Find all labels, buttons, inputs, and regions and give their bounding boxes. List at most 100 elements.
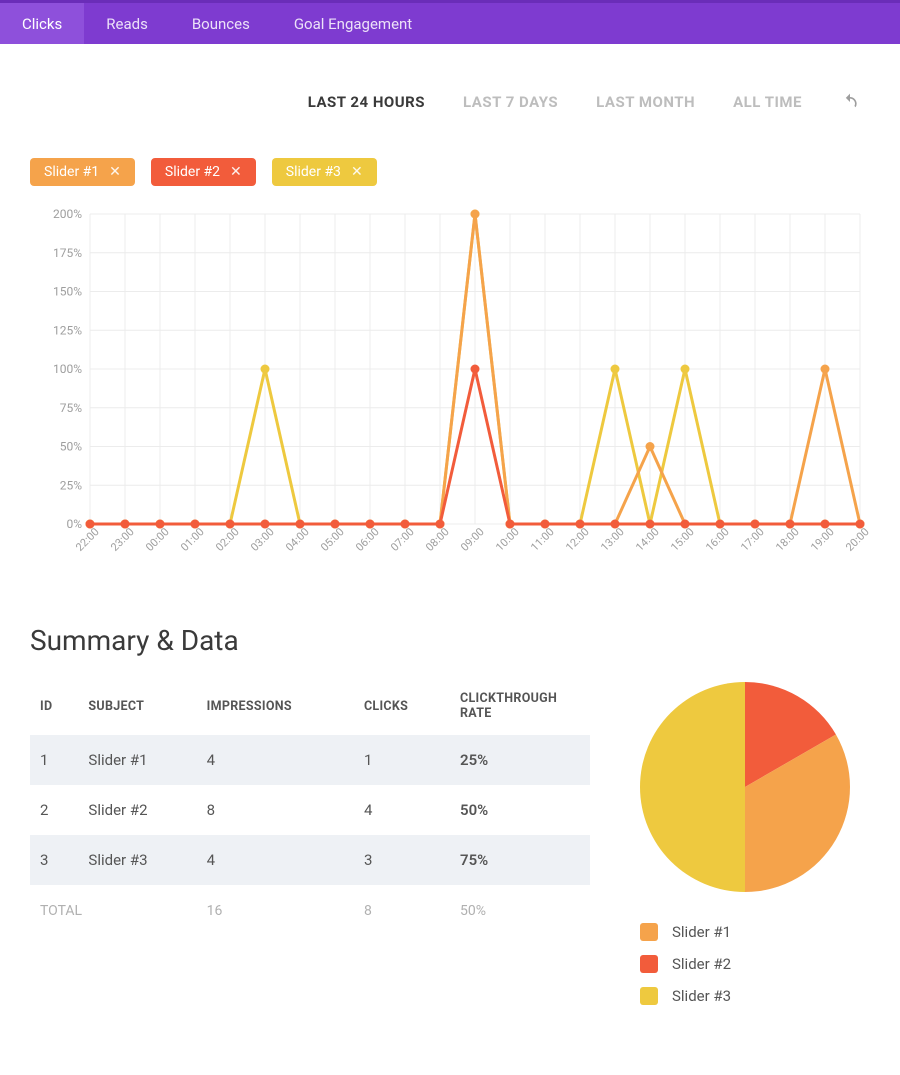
close-icon[interactable]: ✕ [351, 164, 363, 180]
close-icon[interactable]: ✕ [109, 164, 121, 180]
data-point [646, 442, 655, 451]
line-chart: 0%25%50%75%100%125%150%175%200%22:0023:0… [30, 204, 870, 574]
data-point [331, 520, 340, 529]
table-row: 2Slider #28450% [30, 785, 590, 835]
svg-text:02:00: 02:00 [213, 525, 242, 554]
col-subject: SUBJECT [78, 677, 196, 735]
range-all-time[interactable]: ALL TIME [733, 93, 802, 111]
legend-swatch [640, 987, 658, 1005]
svg-text:19:00: 19:00 [808, 525, 837, 554]
cell-impressions: 4 [197, 835, 354, 885]
data-point [611, 520, 620, 529]
svg-text:100%: 100% [53, 362, 82, 376]
data-point [576, 520, 585, 529]
range-last-7-days[interactable]: LAST 7 DAYS [463, 93, 558, 111]
svg-text:125%: 125% [53, 323, 82, 337]
data-point [226, 520, 235, 529]
svg-text:17:00: 17:00 [738, 525, 767, 554]
svg-text:20:00: 20:00 [843, 525, 870, 554]
tab-clicks[interactable]: Clicks [0, 3, 84, 44]
data-point [261, 520, 270, 529]
data-point [121, 520, 130, 529]
data-point [611, 365, 620, 374]
col-impressions: IMPRESSIONS [197, 677, 354, 735]
svg-text:25%: 25% [60, 478, 82, 492]
chip-label: Slider #1 [44, 164, 99, 180]
data-point [716, 520, 725, 529]
legend-swatch [640, 923, 658, 941]
svg-text:01:00: 01:00 [178, 525, 207, 554]
data-point [681, 365, 690, 374]
chip-slider-2[interactable]: Slider #2✕ [151, 158, 256, 186]
pie-column: Slider #1 Slider #2 Slider #3 [620, 677, 870, 1005]
tab-bounces[interactable]: Bounces [170, 3, 272, 44]
data-point [261, 365, 270, 374]
filter-chips-row: Slider #1✕Slider #2✕Slider #3✕ [30, 158, 870, 186]
data-point [751, 520, 760, 529]
chip-slider-3[interactable]: Slider #3 ✕ [272, 158, 377, 186]
cell-id: 3 [30, 835, 78, 885]
cell-ctr: 50% [450, 785, 590, 835]
data-point [156, 520, 165, 529]
svg-text:09:00: 09:00 [458, 525, 487, 554]
col-id: ID [30, 677, 78, 735]
pie-legend: Slider #1 Slider #2 Slider #3 [640, 923, 731, 1005]
col-clicks: CLICKS [354, 677, 450, 735]
svg-text:75%: 75% [60, 401, 82, 415]
footer-total-label: TOTAL [30, 885, 197, 937]
refresh-icon[interactable] [840, 92, 860, 112]
data-point [506, 520, 515, 529]
svg-text:11:00: 11:00 [528, 525, 557, 554]
chip-label: Slider #3 [286, 164, 341, 180]
section-title: Summary & Data [30, 624, 870, 657]
range-last-24-hours[interactable]: LAST 24 HOURS [308, 93, 425, 111]
svg-text:14:00: 14:00 [633, 525, 662, 554]
top-tabs: ClicksReadsBouncesGoal Engagement [0, 0, 900, 44]
svg-text:00:00: 00:00 [143, 525, 172, 554]
cell-id: 2 [30, 785, 78, 835]
col-clickthrough-rate: CLICKTHROUGH RATE [450, 677, 590, 735]
svg-text:12:00: 12:00 [563, 525, 592, 554]
cell-id: 1 [30, 735, 78, 785]
cell-clicks: 1 [354, 735, 450, 785]
footer-clicks: 8 [354, 885, 450, 937]
cell-impressions: 4 [197, 735, 354, 785]
legend-label: Slider #2 [672, 955, 731, 973]
legend-label: Slider #1 [672, 923, 731, 941]
cell-ctr: 75% [450, 835, 590, 885]
data-point [436, 520, 445, 529]
legend-item: Slider #2 [640, 955, 731, 973]
chip-slider-1[interactable]: Slider #1 ✕ [30, 158, 135, 186]
tab-reads[interactable]: Reads [84, 3, 170, 44]
svg-text:18:00: 18:00 [773, 525, 802, 554]
cell-ctr: 25% [450, 735, 590, 785]
footer-ctr: 50% [450, 885, 590, 937]
data-point [821, 365, 830, 374]
close-icon[interactable]: ✕ [230, 164, 242, 180]
summary-table: IDSUBJECTIMPRESSIONSCLICKSCLICKTHROUGH R… [30, 677, 590, 937]
svg-text:16:00: 16:00 [703, 525, 732, 554]
cell-subject: Slider #1 [78, 735, 196, 785]
svg-text:0%: 0% [66, 517, 82, 531]
data-point [86, 520, 95, 529]
time-range-row: LAST 24 HOURS LAST 7 DAYS LAST MONTH ALL TI… [30, 64, 870, 134]
svg-text:06:00: 06:00 [353, 525, 382, 554]
data-point [296, 520, 305, 529]
svg-text:15:00: 15:00 [668, 525, 697, 554]
svg-text:07:00: 07:00 [388, 525, 417, 554]
svg-text:23:00: 23:00 [108, 525, 137, 554]
table-row: 1Slider #14125% [30, 735, 590, 785]
cell-subject: Slider #3 [78, 835, 196, 885]
table-row: 3Slider #34375% [30, 835, 590, 885]
svg-text:13:00: 13:00 [598, 525, 627, 554]
legend-label: Slider #3 [672, 987, 731, 1005]
cell-clicks: 4 [354, 785, 450, 835]
pie-slice-slider-3 [640, 682, 745, 892]
cell-clicks: 3 [354, 835, 450, 885]
data-point [541, 520, 550, 529]
svg-text:50%: 50% [60, 440, 82, 454]
svg-text:10:00: 10:00 [493, 525, 522, 554]
data-point [191, 520, 200, 529]
tab-goal-engagement[interactable]: Goal Engagement [272, 3, 434, 44]
range-last-month[interactable]: LAST MONTH [596, 93, 695, 111]
